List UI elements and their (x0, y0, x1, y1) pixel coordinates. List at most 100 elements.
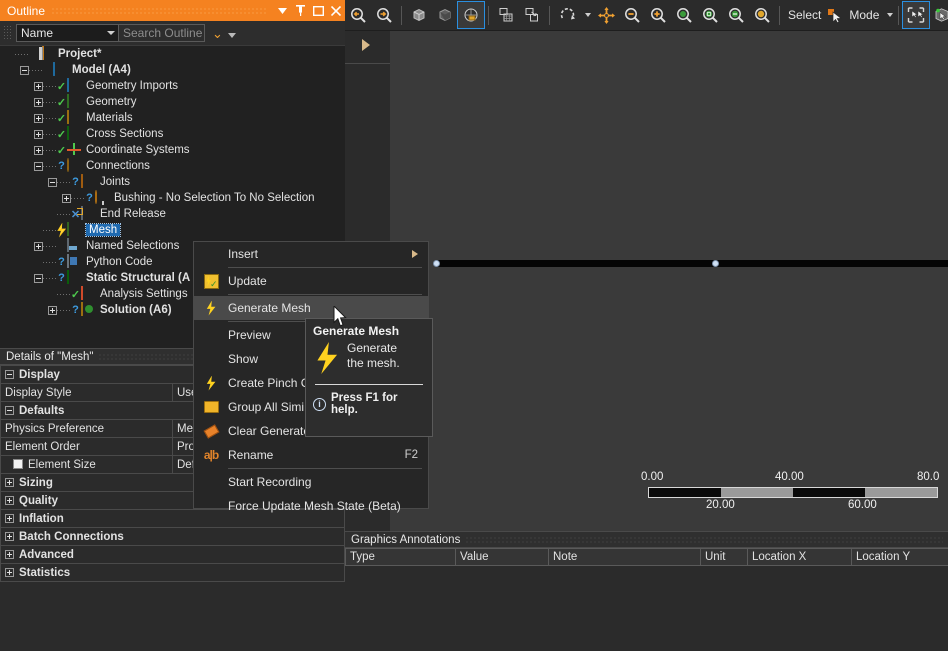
pin-icon[interactable] (291, 1, 309, 20)
details-group-row[interactable]: Advanced (0, 545, 345, 564)
toolbar-drag-grip[interactable] (3, 25, 13, 41)
zoom-region-icon[interactable] (749, 2, 775, 28)
show-mesh-icon[interactable] (457, 1, 485, 29)
details-group-expander[interactable] (5, 549, 14, 559)
bolt-icon (194, 375, 228, 391)
tree-item[interactable]: Model (A4) (0, 62, 345, 78)
mode-dropdown-icon[interactable] (883, 2, 894, 28)
menu-item[interactable]: Generate Mesh (194, 296, 428, 320)
titlebar-drag-grip[interactable] (51, 7, 267, 14)
select-edge-icon[interactable] (929, 2, 948, 28)
details-group-expander[interactable] (5, 405, 14, 415)
vertex-left[interactable] (433, 260, 440, 267)
tree-item[interactable]: ? Joints (0, 174, 345, 190)
annotations-column-header[interactable]: Location X (747, 548, 852, 566)
graphics-annotations-panel: Graphics Annotations Type Value Note Unit Lo… (345, 531, 948, 651)
tree-expander[interactable] (34, 145, 43, 155)
tree-expander[interactable] (20, 65, 29, 75)
menu-item[interactable]: Insert (194, 242, 428, 266)
eraser-icon (194, 423, 228, 439)
tree-status-q-icon: ? (58, 160, 65, 172)
tree-expander[interactable] (34, 113, 43, 123)
tree-item[interactable]: ✓ Geometry Imports (0, 78, 345, 94)
tree-item[interactable]: ✓ Materials (0, 110, 345, 126)
select-label[interactable]: Select (784, 8, 825, 22)
details-property-label: Element Size (0, 455, 173, 474)
tree-item[interactable]: ✓ Coordinate Systems (0, 142, 345, 158)
menu-item[interactable]: a|b Rename F2 (194, 443, 428, 467)
rotate-icon[interactable] (554, 2, 580, 28)
mode-label[interactable]: Mode (845, 8, 883, 22)
expand-arrow-icon[interactable] (362, 39, 370, 51)
annotations-drag-grip[interactable] (465, 536, 943, 543)
details-group-expander[interactable] (5, 513, 14, 523)
menu-item[interactable]: Update (194, 269, 428, 293)
tree-expander[interactable] (62, 193, 71, 203)
details-checkbox[interactable] (13, 459, 23, 470)
tree-expander[interactable] (34, 273, 43, 283)
tree-status-chk-icon: ✓ (56, 80, 67, 93)
tree-expander[interactable] (34, 129, 43, 139)
details-group-expander[interactable] (5, 531, 14, 541)
details-group-expander[interactable] (5, 567, 14, 577)
menu-separator (228, 267, 422, 268)
magnify-icon[interactable] (723, 2, 749, 28)
tree-expander[interactable] (34, 97, 43, 107)
tree-expander[interactable] (34, 241, 43, 251)
tree-expander[interactable] (34, 161, 43, 171)
zoom-previous-icon[interactable] (345, 2, 371, 28)
details-group-expander[interactable] (5, 369, 14, 379)
vertex-right[interactable] (712, 260, 719, 267)
beam-body[interactable] (437, 260, 948, 267)
tree-item[interactable]: ? Bushing - No Selection To No Selection (0, 190, 345, 206)
details-group-expander[interactable] (5, 495, 14, 505)
annotations-column-header[interactable]: Type (345, 548, 456, 566)
details-group-row[interactable]: Batch Connections (0, 527, 345, 546)
search-options-icon[interactable] (227, 33, 236, 38)
details-group-row[interactable]: Statistics (0, 563, 345, 582)
zoom-next-icon[interactable] (371, 2, 397, 28)
annotations-column-header[interactable]: Location Y (851, 548, 948, 566)
tree-item[interactable]: ✓ Cross Sections (0, 126, 345, 142)
tree-item[interactable]: ⚡ Mesh (0, 222, 345, 238)
zoom-in-icon[interactable] (645, 2, 671, 28)
tree-item[interactable]: ✓ Geometry (0, 94, 345, 110)
menu-item[interactable]: Force Update Mesh State (Beta) (194, 494, 428, 518)
wireframe-cube-icon[interactable] (406, 2, 432, 28)
tree-expander[interactable] (48, 305, 57, 315)
duplicate-body-icon[interactable] (493, 2, 519, 28)
hide-body-icon[interactable] (519, 2, 545, 28)
zoom-out-icon[interactable] (619, 2, 645, 28)
select-cursor-icon[interactable] (825, 2, 845, 28)
tree-item[interactable]: ? Connections (0, 158, 345, 174)
filter-field-select[interactable]: Name (16, 24, 119, 42)
tooltip-divider (315, 384, 423, 385)
folder-icon (194, 401, 228, 413)
annotations-column-header[interactable]: Unit (700, 548, 748, 566)
search-expand-icon[interactable]: ⌄ (212, 27, 223, 40)
menu-item-label: Insert (228, 247, 259, 261)
rotate-dropdown-icon[interactable] (580, 2, 593, 28)
tree-expander[interactable] (48, 177, 57, 187)
tree-connector (15, 53, 28, 55)
search-input[interactable] (119, 24, 205, 42)
shaded-cube-icon[interactable] (432, 2, 458, 28)
close-icon[interactable] (327, 1, 345, 20)
tree-status-chk-icon: ✓ (56, 112, 67, 125)
tree-expander[interactable] (34, 81, 43, 91)
pan-icon[interactable] (593, 2, 619, 28)
viewport-3d[interactable]: 0.00 40.00 80.0 20.00 60.00 (345, 31, 948, 531)
zoom-to-fit-icon[interactable] (697, 2, 723, 28)
toolbar-separator (401, 5, 402, 25)
details-group-expander[interactable] (5, 477, 14, 487)
maximize-icon[interactable] (309, 1, 327, 20)
select-vertex-icon[interactable] (902, 1, 931, 29)
annotations-column-header[interactable]: Value (455, 548, 549, 566)
box-zoom-icon[interactable] (671, 2, 697, 28)
tree-connector (43, 133, 56, 135)
tree-item[interactable]: ✕ End Release (0, 206, 345, 222)
tree-item[interactable]: Project* (0, 46, 345, 62)
annotations-column-header[interactable]: Note (548, 548, 701, 566)
menu-item[interactable]: Start Recording (194, 470, 428, 494)
dropdown-icon[interactable] (273, 1, 291, 20)
